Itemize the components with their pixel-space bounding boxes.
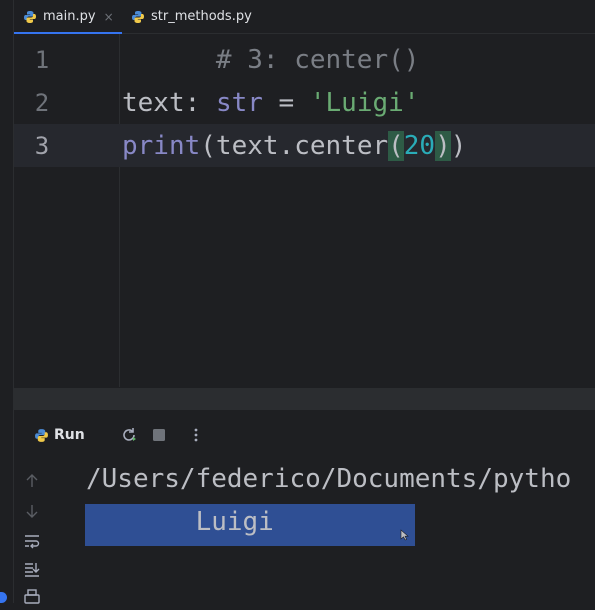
mouse-pointer-icon — [400, 529, 409, 541]
code-editor[interactable]: 1 # 3: center() 2 text: str = 'Luigi' 3 … — [14, 34, 595, 387]
line-number: 3 — [34, 131, 50, 160]
code-token: : — [184, 87, 216, 118]
matched-bracket: ) — [435, 130, 451, 161]
arrow-down-icon[interactable] — [23, 502, 41, 520]
left-tool-strip — [0, 0, 14, 603]
code-comment: # 3: center() — [215, 44, 420, 75]
code-token: ) — [450, 130, 467, 161]
stop-icon[interactable] — [150, 426, 168, 444]
code-line[interactable]: 2 text: str = 'Luigi' — [14, 81, 595, 124]
more-options-icon[interactable] — [187, 426, 205, 444]
scroll-to-end-icon[interactable] — [23, 560, 41, 578]
tab-main-py[interactable]: main.py × — [14, 0, 122, 34]
line-number: 1 — [34, 45, 50, 74]
code-token: = — [262, 87, 310, 118]
line-number: 2 — [34, 88, 50, 117]
print-icon[interactable] — [23, 588, 41, 606]
rerun-icon[interactable] — [120, 426, 138, 444]
run-tab-label: Run — [54, 427, 85, 443]
console-path-line: /Users/federico/Documents/pytho — [86, 464, 572, 494]
code-number: 20 — [403, 130, 436, 161]
code-line[interactable]: 1 # 3: center() — [14, 38, 595, 81]
tab-main-py-label: main.py — [43, 9, 96, 24]
console-toolbar — [14, 460, 50, 606]
code-token: str — [215, 87, 263, 118]
code-token: (text.center — [200, 130, 389, 161]
matched-bracket: ( — [388, 130, 404, 161]
soft-wrap-icon[interactable] — [23, 532, 41, 550]
code-token: text — [122, 87, 185, 118]
code-token: print — [122, 130, 201, 161]
console-output-line: Luigi — [86, 507, 400, 537]
run-toolwindow-header: Run — [14, 410, 595, 460]
panel-separator[interactable] — [14, 388, 595, 410]
run-tab[interactable]: Run — [34, 427, 85, 443]
arrow-up-icon[interactable] — [23, 472, 41, 490]
code-string: 'Luigi' — [309, 87, 420, 118]
code-line-current[interactable]: 3 print(text.center(20)) — [14, 124, 595, 167]
python-run-icon — [35, 428, 48, 442]
close-icon[interactable]: × — [104, 10, 114, 24]
python-file-icon — [24, 10, 36, 23]
console-output[interactable]: /Users/federico/Documents/pytho Luigi — [50, 460, 595, 603]
